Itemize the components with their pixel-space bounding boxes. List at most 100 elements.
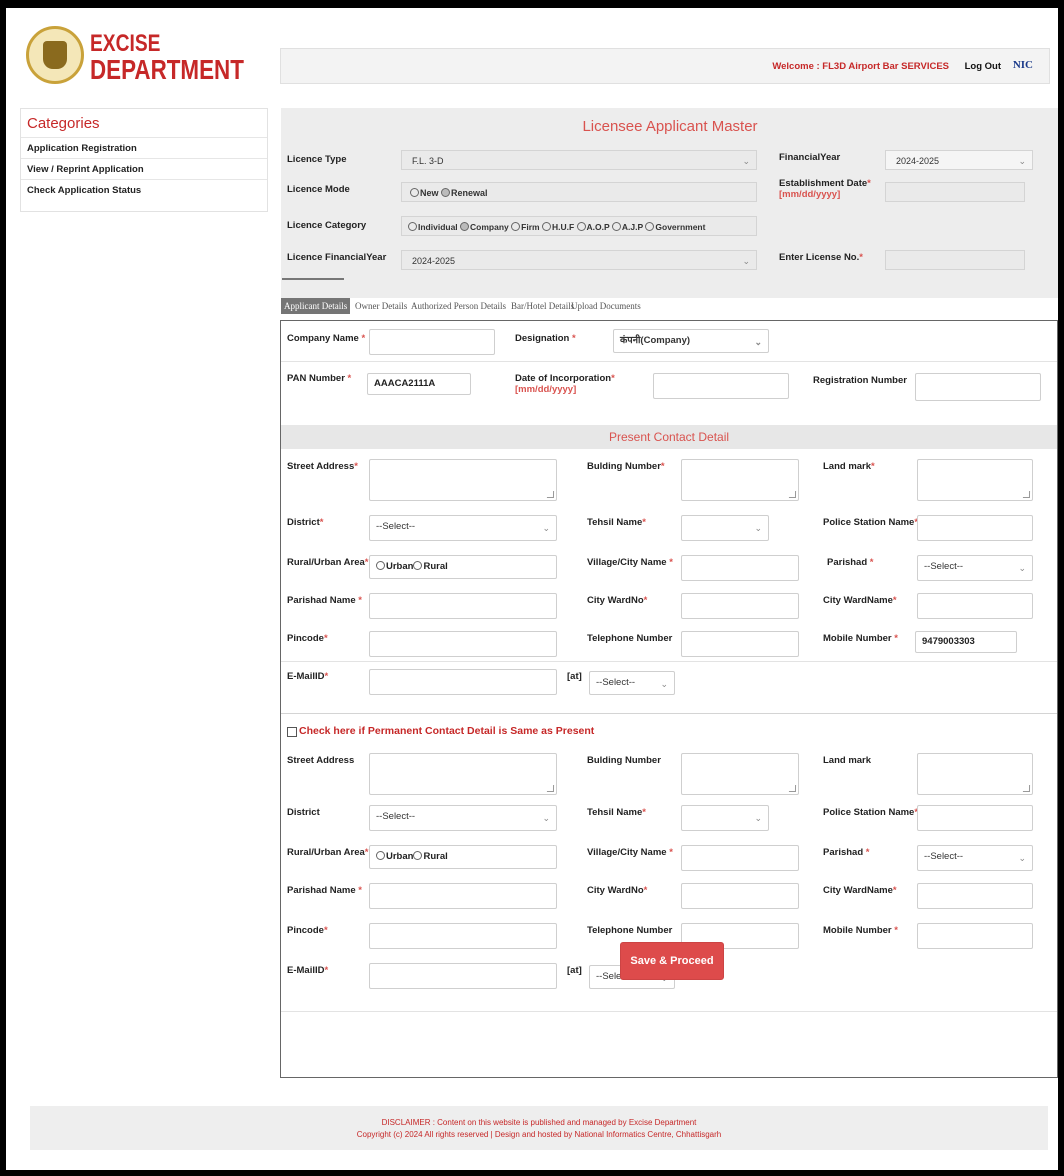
present-village-label: Village/City Name *: [587, 557, 673, 568]
licence-type-select[interactable]: F.L. 3-D ⌄: [401, 150, 757, 170]
section-divider: [281, 713, 1057, 714]
chevron-down-icon: ⌄: [754, 523, 762, 533]
tab-owner-details[interactable]: Owner Details: [355, 298, 407, 314]
present-email-domain-select[interactable]: --Select-- ⌄: [589, 671, 675, 695]
perm-pincode-input[interactable]: [369, 923, 557, 949]
present-parishad-select[interactable]: --Select-- ⌄: [917, 555, 1033, 581]
perm-radio-rural[interactable]: [413, 851, 423, 860]
perm-district-select[interactable]: --Select-- ⌄: [369, 805, 557, 831]
licence-mode-label: Licence Mode: [287, 184, 350, 195]
perm-mobile-input[interactable]: [917, 923, 1033, 949]
radio-individual[interactable]: [408, 222, 417, 231]
perm-district-label: District: [287, 807, 320, 818]
present-police-input[interactable]: [917, 515, 1033, 541]
licence-category-radios: Individual Company Firm H.U.F A.O.P A.J.…: [401, 216, 757, 236]
present-ward-no-input[interactable]: [681, 593, 799, 619]
present-email-input[interactable]: [369, 669, 557, 695]
present-district-select[interactable]: --Select-- ⌄: [369, 515, 557, 541]
perm-police-input[interactable]: [917, 805, 1033, 831]
present-rural-label: Rural/Urban Area*: [287, 557, 369, 568]
perm-parishad-name-input[interactable]: [369, 883, 557, 909]
radio-firm[interactable]: [511, 222, 521, 231]
financial-year-select[interactable]: 2024-2025 ⌄: [885, 150, 1033, 170]
logout-link[interactable]: Log Out: [965, 61, 1001, 72]
master-title: Licensee Applicant Master: [582, 118, 758, 135]
present-landmark-textarea[interactable]: [917, 459, 1033, 501]
tab-underline: [282, 278, 344, 280]
mode-new-label: New: [420, 188, 439, 198]
perm-email-input[interactable]: [369, 963, 557, 989]
save-proceed-button[interactable]: Save & Proceed: [620, 942, 724, 980]
perm-village-input[interactable]: [681, 845, 799, 871]
perm-tehsil-select[interactable]: ⌄: [681, 805, 769, 831]
present-pincode-label: Pincode*: [287, 633, 328, 644]
perm-email-label: E-MailID*: [287, 965, 329, 976]
chevron-down-icon: ⌄: [742, 256, 750, 266]
present-rural-text: Rural/Urban Area: [287, 557, 365, 568]
present-village-input[interactable]: [681, 555, 799, 581]
present-area-radios: Urban Rural: [369, 555, 557, 579]
present-radio-urban[interactable]: [376, 561, 385, 570]
perm-street-textarea[interactable]: [369, 753, 557, 795]
excise-logo[interactable]: EXCISE DEPARTMENT: [20, 20, 244, 90]
perm-parishad-select[interactable]: --Select-- ⌄: [917, 845, 1033, 871]
tab-bar-hotel-details[interactable]: Bar/Hotel Details: [511, 298, 574, 314]
sidebar-item-application-registration[interactable]: Application Registration: [21, 137, 267, 158]
perm-tehsil-text: Tehsil Name: [587, 807, 643, 818]
pan-number-text: PAN Number: [287, 373, 345, 384]
tab-applicant-details[interactable]: Applicant Details: [281, 298, 351, 314]
sidebar-title: Categories: [27, 115, 100, 132]
radio-renewal[interactable]: [441, 188, 451, 197]
perm-building-textarea[interactable]: [681, 753, 799, 795]
tab-authorized-person[interactable]: Authorized Person Details: [411, 298, 506, 314]
perm-ward-no-text: City WardNo: [587, 885, 644, 896]
category-individual: Individual: [418, 222, 458, 232]
radio-aop[interactable]: [576, 222, 586, 231]
present-radio-rural[interactable]: [413, 561, 423, 570]
company-name-input[interactable]: [369, 329, 495, 355]
radio-government[interactable]: [645, 222, 655, 231]
designation-select[interactable]: कंपनी(Company) ⌄: [613, 329, 769, 353]
license-no-input[interactable]: [885, 250, 1025, 270]
registration-number-input[interactable]: [915, 373, 1041, 401]
doi-input[interactable]: [653, 373, 789, 399]
perm-landmark-textarea[interactable]: [917, 753, 1033, 795]
present-mobile-input[interactable]: 9479003303: [915, 631, 1017, 653]
present-parishad-name-input[interactable]: [369, 593, 557, 619]
present-tehsil-select[interactable]: ⌄: [681, 515, 769, 541]
chevron-down-icon: ⌄: [542, 813, 550, 823]
radio-new[interactable]: [410, 188, 419, 197]
welcome-text: Welcome : FL3D Airport Bar SERVICES: [772, 61, 949, 72]
present-mobile-label: Mobile Number *: [823, 633, 898, 644]
perm-ward-name-input[interactable]: [917, 883, 1033, 909]
chevron-down-icon: ⌄: [754, 337, 762, 347]
present-telephone-input[interactable]: [681, 631, 799, 657]
sidebar-item-check-status[interactable]: Check Application Status: [21, 179, 267, 200]
pan-number-input[interactable]: AAACA2111A: [367, 373, 471, 395]
sidebar: Categories Application Registration View…: [20, 108, 268, 212]
pan-number-label: PAN Number *: [287, 373, 352, 384]
same-as-present-checkbox[interactable]: [287, 727, 297, 737]
tab-upload-documents[interactable]: Upload Documents: [571, 298, 641, 314]
chevron-down-icon: ⌄: [660, 679, 668, 689]
perm-parishad-text: Parishad: [823, 847, 864, 858]
sidebar-item-view-reprint[interactable]: View / Reprint Application: [21, 158, 267, 179]
present-district-label: District*: [287, 517, 324, 528]
radio-company[interactable]: [460, 222, 470, 231]
present-pincode-input[interactable]: [369, 631, 557, 657]
same-as-present-label[interactable]: Check here if Permanent Contact Detail i…: [299, 725, 594, 737]
present-street-textarea[interactable]: [369, 459, 557, 501]
licence-category-label: Licence Category: [287, 220, 367, 231]
radio-huf[interactable]: [541, 222, 551, 231]
licence-financial-year-value: 2024-2025: [412, 256, 456, 266]
present-pincode-text: Pincode: [287, 633, 324, 644]
establishment-date-input[interactable]: [885, 182, 1025, 202]
perm-ward-no-input[interactable]: [681, 883, 799, 909]
present-building-textarea[interactable]: [681, 459, 799, 501]
perm-radio-urban[interactable]: [376, 851, 385, 860]
licence-financial-year-select[interactable]: 2024-2025 ⌄: [401, 250, 757, 270]
perm-district-value: --Select--: [376, 811, 416, 822]
radio-ajp[interactable]: [611, 222, 621, 231]
chevron-down-icon: ⌄: [542, 523, 550, 533]
present-ward-name-input[interactable]: [917, 593, 1033, 619]
